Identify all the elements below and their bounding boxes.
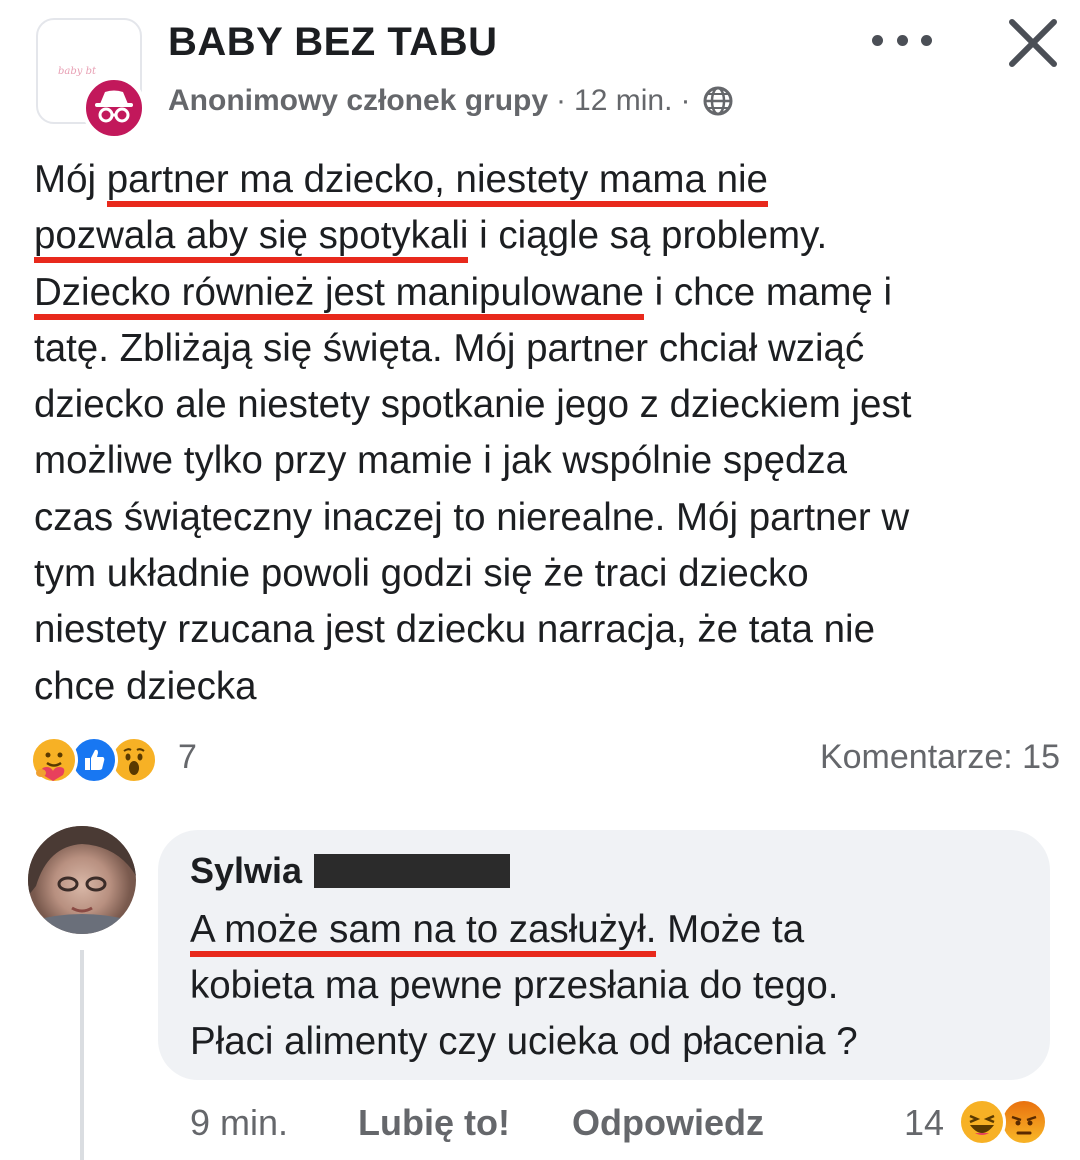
post-text-line: chce dziecka xyxy=(34,664,257,708)
reply-button[interactable]: Odpowiedz xyxy=(572,1102,764,1144)
meta-separator: · xyxy=(556,84,567,117)
commenter-avatar[interactable] xyxy=(28,826,136,934)
anonymous-member-icon xyxy=(82,76,146,140)
reaction-count[interactable]: 7 xyxy=(178,738,197,777)
highlight-underline: Dziecko również jest manipulowane xyxy=(34,270,644,320)
post-text-line: niestety rzucana jest dziecku narracja, … xyxy=(34,608,876,652)
redaction-bar xyxy=(314,854,511,888)
haha-reaction-icon xyxy=(958,1098,1006,1146)
post-author: Anonimowy członek grupy xyxy=(168,84,549,117)
post-header: baby bt BABY BEZ TABU Anonimowy członek … xyxy=(0,0,1080,140)
comment-text-line: kobieta ma pewne przesłania do tego. xyxy=(190,964,839,1007)
group-logo-text: baby bt xyxy=(58,66,97,77)
comment-reaction-count[interactable]: 14 xyxy=(904,1102,944,1144)
comment-text: A może sam na to zasłużył. Może ta kobie… xyxy=(190,902,858,1070)
more-options-icon[interactable] xyxy=(872,22,932,58)
care-reaction-icon xyxy=(30,736,78,784)
post-text-line: pozwala aby się spotykali i ciągle są pr… xyxy=(34,208,1064,264)
comment-time[interactable]: 9 min. xyxy=(190,1102,288,1144)
angry-reaction-icon xyxy=(1000,1098,1048,1146)
comments-count-link[interactable]: Komentarze: 15 xyxy=(820,738,1060,777)
post-text: Mój partner ma dziecko, niestety mama ni… xyxy=(34,152,1064,715)
post-text-line: Dziecko również jest manipulowane i chce… xyxy=(34,265,1064,321)
reaction-summary[interactable] xyxy=(30,736,180,784)
post-text-line: możliwe tylko przy mamie i jak wspólnie … xyxy=(34,439,848,483)
comment-bubble: Sylwia A może sam na to zasłużył. Może t… xyxy=(158,830,1050,1080)
close-icon[interactable] xyxy=(1002,12,1064,74)
highlight-underline: partner ma dziecko, niestety mama nie xyxy=(106,158,768,207)
comment-reaction-summary[interactable] xyxy=(958,1096,1050,1146)
thread-line xyxy=(80,950,84,1160)
commenter-name[interactable]: Sylwia xyxy=(190,850,511,892)
post-time[interactable]: 12 min. xyxy=(574,84,672,118)
group-name[interactable]: BABY BEZ TABU xyxy=(168,20,497,65)
post-text-line: tatę. Zbliżają się święta. Mój partner c… xyxy=(34,326,865,370)
post-text-line: Mój partner ma dziecko, niestety mama ni… xyxy=(34,152,1064,208)
post-reactions-row: 7 Komentarze: 15 xyxy=(30,732,1060,788)
post-text-line: dziecko ale niestety spotkanie jego z dz… xyxy=(34,383,912,427)
comment-text-line: A może sam na to zasłużył. Może ta xyxy=(190,902,858,958)
like-button[interactable]: Lubię to! xyxy=(358,1102,510,1144)
post-meta: Anonimowy członek grupy · 12 min. · xyxy=(168,84,734,118)
globe-icon xyxy=(702,85,734,117)
comment-text-line: Płaci alimenty czy ucieka od płacenia ? xyxy=(190,1020,858,1063)
post-text-line: czas świąteczny inaczej to nierealne. Mó… xyxy=(34,495,910,539)
highlight-underline: A może sam na to zasłużył. xyxy=(190,908,657,957)
highlight-underline: pozwala aby się spotykali xyxy=(34,214,469,264)
meta-separator: · xyxy=(680,84,691,117)
post-text-line: tym układnie powoli godzi się że traci d… xyxy=(34,552,809,596)
comment-actions: 9 min. Lubię to! Odpowiedz 14 xyxy=(190,1096,1060,1152)
